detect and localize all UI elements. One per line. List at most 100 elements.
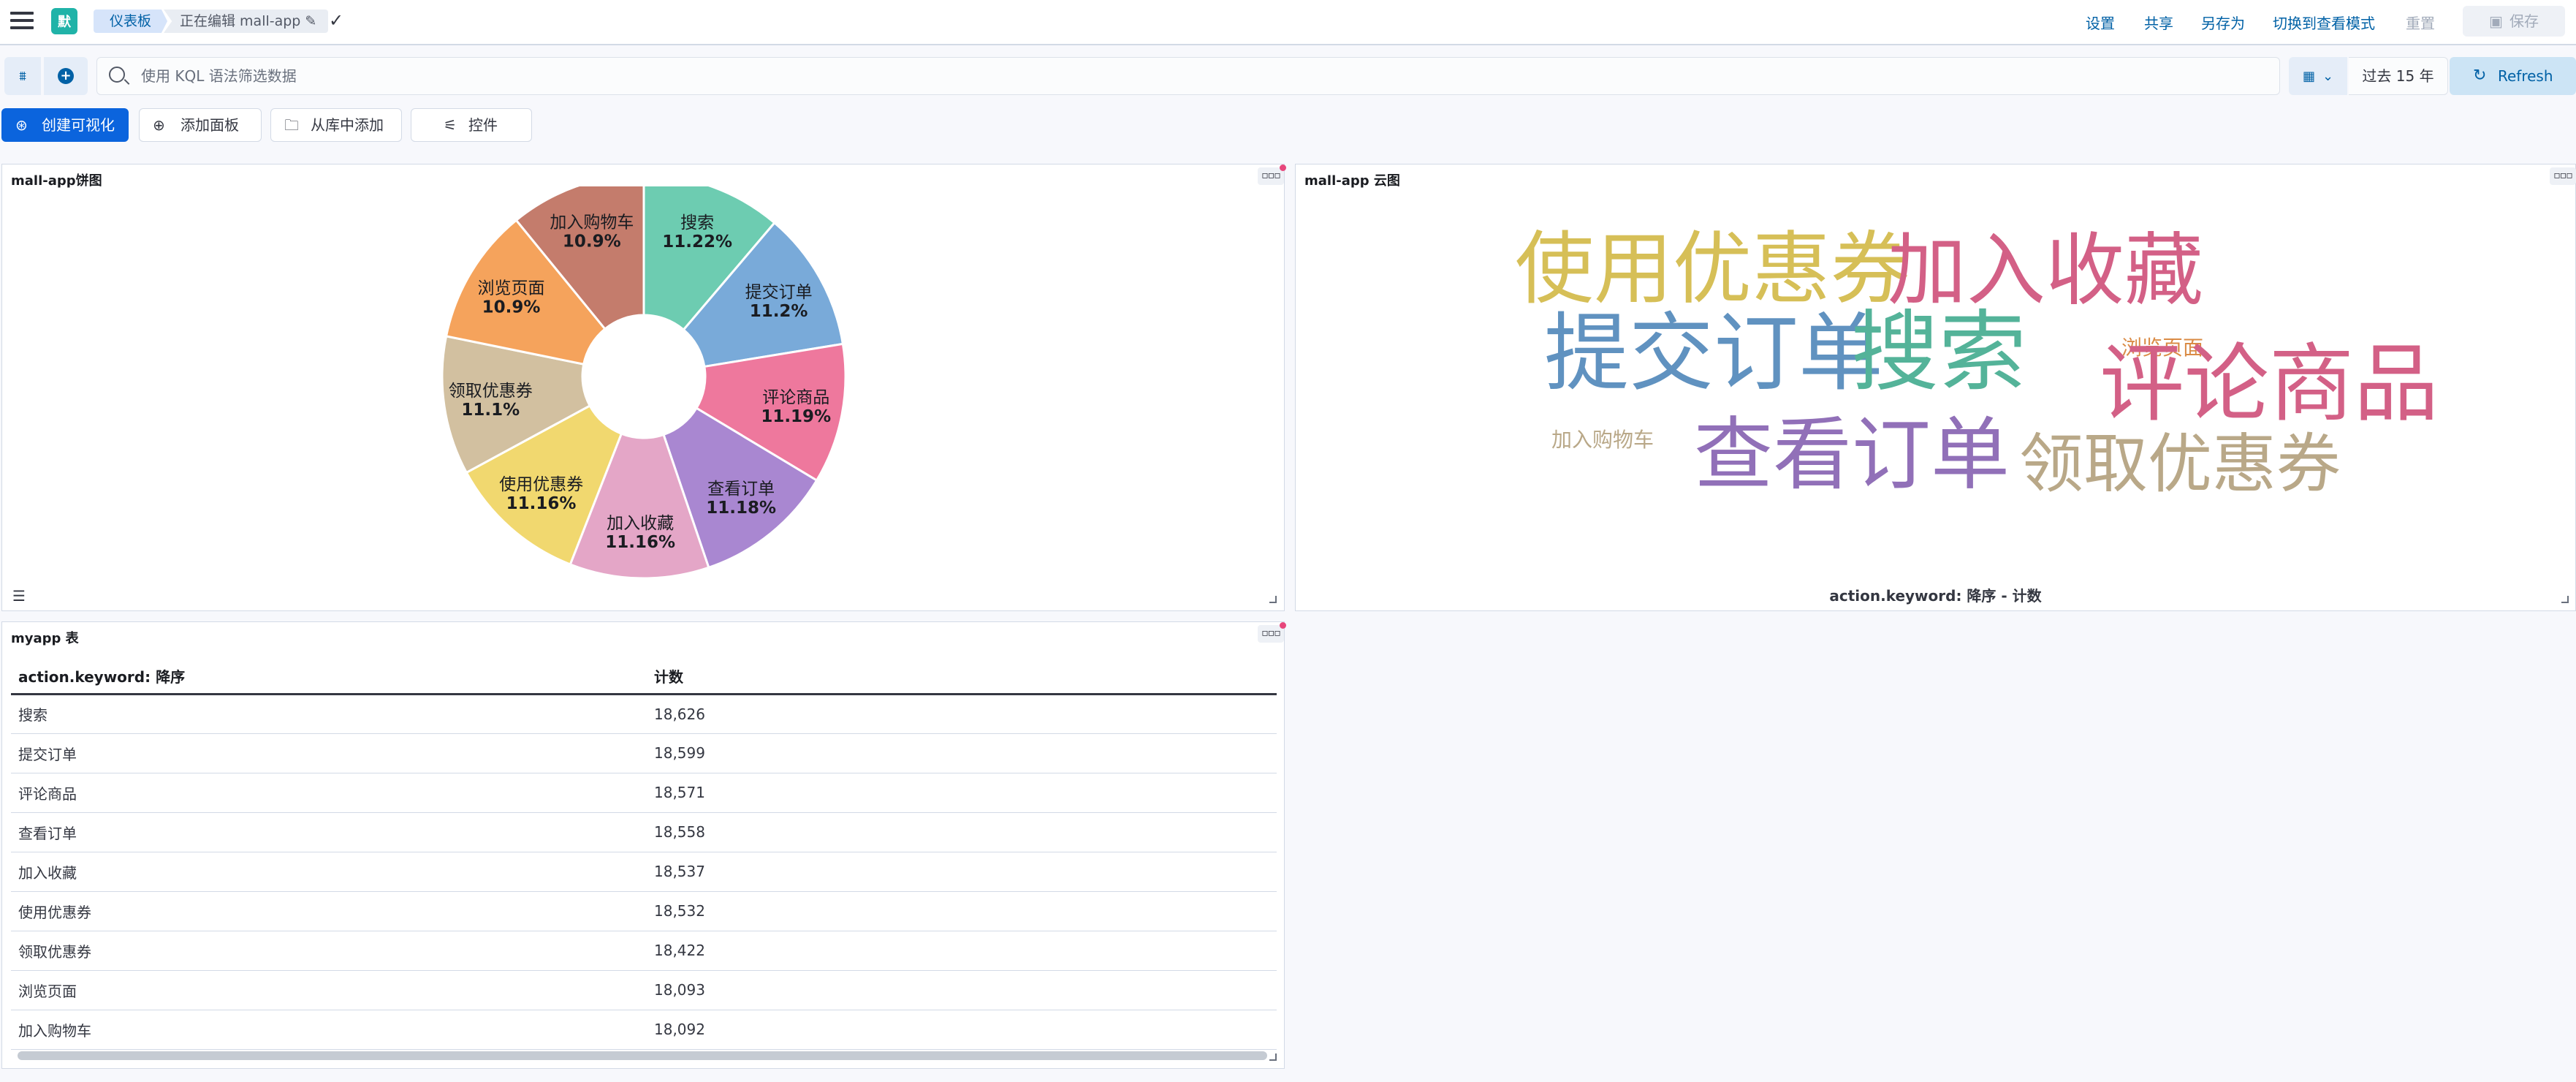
check-icon[interactable]: ✓ xyxy=(329,10,343,31)
wordcloud-word[interactable]: 搜索 xyxy=(1851,302,2026,404)
table-column-header[interactable]: action.keyword: 降序 xyxy=(11,659,647,695)
table-cell: 18,599 xyxy=(647,733,1277,773)
plus-circle-icon: ⊕ xyxy=(153,116,165,134)
refresh-icon: ↻ xyxy=(2473,67,2487,85)
menu-icon[interactable] xyxy=(10,12,34,32)
pie-slice-label: 查看订单 xyxy=(707,480,775,499)
table-cell: 领取优惠券 xyxy=(11,931,647,971)
breadcrumb-current-label: 正在编辑 mall-app xyxy=(180,13,301,29)
table-cell: 18,537 xyxy=(647,852,1277,892)
pie-slice-label: 使用优惠券 xyxy=(499,475,583,494)
table-header-row: action.keyword: 降序 计数 xyxy=(11,659,1277,695)
legend-toggle-icon[interactable]: ☰ xyxy=(12,587,26,605)
add-panel-button[interactable]: ⊕ 添加面板 xyxy=(139,108,262,142)
table-cell: 提交订单 xyxy=(11,733,647,773)
refresh-button[interactable]: ↻ Refresh xyxy=(2450,57,2576,95)
panel-options-button[interactable]: ▫▫▫ xyxy=(2550,167,2576,185)
table-cell: 18,092 xyxy=(647,1010,1277,1050)
horizontal-scrollbar[interactable] xyxy=(18,1051,1267,1060)
table-cell: 加入收藏 xyxy=(11,852,647,892)
resize-handle[interactable] xyxy=(2561,596,2569,603)
table-row: 领取优惠券 18,422 xyxy=(11,931,1277,971)
table-row: 评论商品 18,571 xyxy=(11,773,1277,813)
refresh-label: Refresh xyxy=(2498,67,2553,85)
pie-slice-label: 评论商品 xyxy=(762,388,829,407)
save-button[interactable]: ▣ 保存 xyxy=(2463,6,2565,37)
pie-slice-label: 加入收藏 xyxy=(607,514,674,533)
controls-label: 控件 xyxy=(468,116,498,134)
space-avatar[interactable]: 默 xyxy=(51,8,77,34)
wordcloud-word[interactable]: 领取优惠券 xyxy=(2019,426,2341,502)
table-cell: 评论商品 xyxy=(11,773,647,813)
controls-button[interactable]: ⚟ 控件 xyxy=(411,108,532,142)
pencil-icon: ✎ xyxy=(305,13,317,29)
date-range-display[interactable]: 过去 15 年 xyxy=(2349,57,2448,95)
date-quick-menu-button[interactable]: ▦ ⌄ xyxy=(2289,57,2347,95)
table-cell: 18,532 xyxy=(647,891,1277,931)
table-row: 浏览页面 18,093 xyxy=(11,970,1277,1010)
resize-handle[interactable] xyxy=(1269,596,1277,603)
panel-title: myapp 表 xyxy=(11,631,79,646)
table-cell: 使用优惠券 xyxy=(11,891,647,931)
wordcloud-word[interactable]: 评论商品 xyxy=(2100,335,2439,434)
query-bar: ⩩ + ▦ ⌄ 过去 15 年 ↻ Refresh xyxy=(0,47,2576,105)
top-nav-bar: 默 仪表板 正在编辑 mall-app ✎ ✓ 设置 共享 另存为 切换到查看模… xyxy=(0,0,2576,45)
table-cell: 18,558 xyxy=(647,812,1277,852)
save-icon: ▣ xyxy=(2489,12,2503,30)
breadcrumb-dashboards[interactable]: 仪表板 xyxy=(94,10,168,33)
table-cell: 加入购物车 xyxy=(11,1010,647,1050)
pie-slice-label: 浏览页面 xyxy=(478,279,545,298)
wordcloud-axis-label: action.keyword: 降序 - 计数 xyxy=(1829,587,2042,605)
add-panel-label: 添加面板 xyxy=(181,116,239,134)
pie-slice-percent: 11.2% xyxy=(750,302,808,321)
table-column-header[interactable]: 计数 xyxy=(647,659,1277,695)
add-from-library-label: 从库中添加 xyxy=(311,116,384,134)
wordcloud-word[interactable]: 提交订单 xyxy=(1544,304,1883,403)
create-visualization-button[interactable]: ⊛ 创建可视化 xyxy=(1,108,129,142)
table-cell: 18,626 xyxy=(647,694,1277,734)
filter-menu-button[interactable]: ⩩ xyxy=(4,57,41,95)
add-filter-button[interactable]: + xyxy=(44,57,88,95)
pie-chart: 搜索11.22% 提交订单11.2% 评论商品11.19% 查看订单11.18% 加入收… xyxy=(441,186,847,580)
filter-icon: ⩩ xyxy=(19,68,26,84)
visualize-icon: ⊛ xyxy=(15,116,28,134)
table-cell: 18,422 xyxy=(647,931,1277,971)
add-from-library-button[interactable]: 🗀 从库中添加 xyxy=(270,108,402,142)
wordcloud-word[interactable]: 使用优惠券 xyxy=(1515,224,1910,315)
table-row: 加入收藏 18,537 xyxy=(11,852,1277,892)
create-visualization-label: 创建可视化 xyxy=(42,116,115,134)
save-as-link[interactable]: 另存为 xyxy=(2201,12,2245,33)
table-row: 使用优惠券 18,532 xyxy=(11,891,1277,931)
switch-view-mode-link[interactable]: 切换到查看模式 xyxy=(2273,12,2375,33)
table-cell: 查看订单 xyxy=(11,812,647,852)
table-row: 加入购物车 18,092 xyxy=(11,1010,1277,1050)
pie-slice-percent: 11.1% xyxy=(461,401,520,420)
wordcloud-word[interactable]: 加入购物车 xyxy=(1551,428,1654,452)
search-icon xyxy=(109,67,125,83)
reset-link[interactable]: 重置 xyxy=(2406,12,2435,33)
breadcrumb-current[interactable]: 正在编辑 mall-app ✎ xyxy=(164,10,329,33)
settings-link[interactable]: 设置 xyxy=(2086,12,2115,33)
pie-slice-percent: 11.16% xyxy=(605,533,675,552)
wordcloud-word[interactable]: 查看订单 xyxy=(1694,409,2010,501)
kql-search-input[interactable] xyxy=(141,58,2260,94)
pie-slice-label: 领取优惠券 xyxy=(449,382,533,401)
error-indicator xyxy=(1280,164,1286,171)
resize-handle[interactable] xyxy=(1269,1053,1277,1061)
folder-icon: 🗀 xyxy=(284,116,299,134)
chevron-down-icon: ⌄ xyxy=(2322,68,2334,84)
error-indicator xyxy=(1280,622,1286,629)
table-cell: 搜索 xyxy=(11,694,647,734)
table-panel: myapp 表 ▫▫▫ action.keyword: 降序 计数 搜索 18,62… xyxy=(1,621,1286,1069)
table-cell: 浏览页面 xyxy=(11,970,647,1010)
share-link[interactable]: 共享 xyxy=(2144,12,2173,33)
pie-slice-label: 加入购物车 xyxy=(550,213,634,232)
plus-icon: + xyxy=(58,68,74,84)
word-cloud: 使用优惠券加入收藏提交订单搜索 浏览页面评论商品加入购物车 查看订单 领取优惠券 xyxy=(1515,224,2439,502)
pie-panel: mall-app饼图 ▫▫▫ 搜索 11.22% 提交订单 11.2% 评论商品 11.1… xyxy=(1,164,1286,611)
table-cell: 18,571 xyxy=(647,773,1277,813)
pie-slice-percent: 11.16% xyxy=(506,494,577,513)
pie-slice-label: 搜索 xyxy=(680,213,714,232)
pie-slice-percent: 10.9% xyxy=(563,232,621,251)
controls-icon: ⚟ xyxy=(444,116,457,134)
